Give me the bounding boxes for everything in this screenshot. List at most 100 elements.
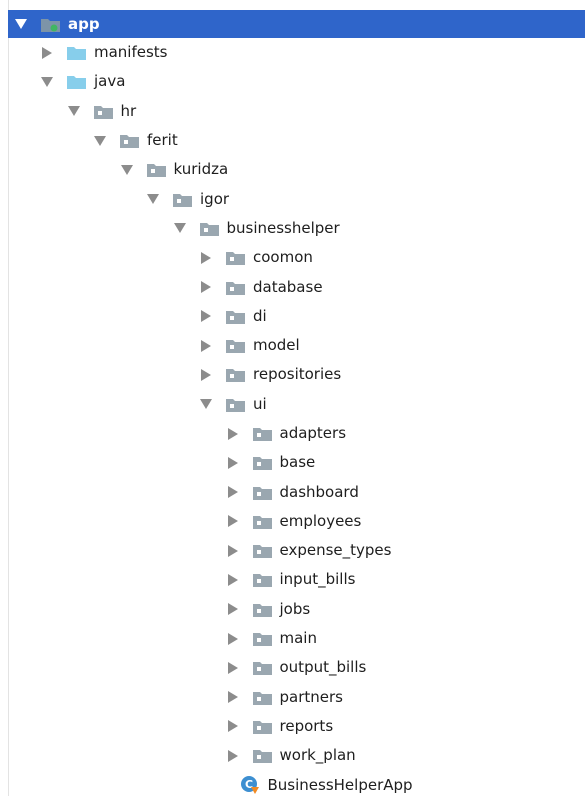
tree-row-businesshelper[interactable]: businesshelper (8, 214, 585, 243)
chevron-right-icon[interactable] (226, 456, 240, 470)
package-icon (252, 485, 273, 500)
tree-item-label: manifests (94, 43, 168, 62)
chevron-down-icon[interactable] (173, 221, 187, 235)
package-icon (225, 309, 246, 324)
tree-item-label: employees (279, 511, 362, 530)
chevron-right-icon[interactable] (40, 46, 54, 60)
package-icon (252, 572, 273, 588)
tree-row-app[interactable]: app (8, 10, 585, 38)
tree-item-label: BusinessHelperApp (267, 775, 413, 794)
package-icon (252, 690, 273, 705)
package-icon (252, 514, 273, 529)
package-icon (225, 338, 246, 354)
package-icon (252, 748, 273, 764)
tree-row-expense-types[interactable]: expense_types (8, 536, 585, 565)
chevron-down-icon[interactable] (120, 163, 134, 177)
project-tree: app manifests java hr ferit kuridza igor busin… (8, 10, 585, 796)
kotlin-class-icon: C (240, 775, 260, 795)
package-icon (252, 426, 273, 441)
chevron-down-icon[interactable] (93, 134, 107, 148)
tree-row-di[interactable]: di (8, 302, 585, 331)
tree-item-label: work_plan (279, 746, 356, 765)
tree-row-output-bills[interactable]: output_bills (8, 653, 585, 682)
tree-row-base[interactable]: base (8, 448, 585, 477)
tree-row-employees[interactable]: employees (8, 507, 585, 536)
chevron-down-icon[interactable] (67, 104, 81, 118)
tree-row-repositories[interactable]: repositories (8, 360, 585, 389)
tree-row-ui[interactable]: ui (8, 390, 585, 419)
tree-item-label: dashboard (279, 482, 359, 501)
package-icon (252, 602, 273, 617)
chevron-right-icon[interactable] (199, 368, 213, 382)
tree-item-label: hr (120, 101, 137, 120)
tree-item-label: businesshelper (226, 218, 340, 237)
chevron-right-icon[interactable] (226, 749, 240, 763)
package-icon (252, 455, 273, 471)
package-icon (172, 192, 193, 207)
tree-item-label: repositories (253, 365, 342, 384)
chevron-right-icon[interactable] (226, 632, 240, 646)
chevron-down-icon[interactable] (146, 192, 160, 206)
tree-item-label: igor (200, 189, 230, 208)
package-icon (119, 133, 140, 149)
tree-item-label: reports (279, 716, 334, 735)
tree-item-label: database (253, 277, 323, 296)
chevron-right-icon[interactable] (226, 573, 240, 587)
tree-item-label: input_bills (279, 570, 356, 589)
tree-item-label: main (279, 629, 317, 648)
tree-row-igor[interactable]: igor (8, 184, 585, 213)
package-icon (225, 250, 246, 266)
tree-row-jobs[interactable]: jobs (8, 595, 585, 624)
chevron-right-icon[interactable] (199, 280, 213, 294)
tree-row-java[interactable]: java (8, 67, 585, 96)
tree-item-label: adapters (279, 424, 347, 442)
chevron-right-icon[interactable] (226, 602, 240, 616)
package-icon (199, 221, 220, 236)
package-icon (93, 104, 114, 119)
tree-item-label: di (253, 306, 267, 325)
chevron-down-icon[interactable] (14, 17, 28, 31)
tree-row-adapters[interactable]: adapters (8, 419, 585, 448)
chevron-right-icon[interactable] (226, 690, 240, 704)
chevron-right-icon[interactable] (226, 514, 240, 528)
source-folder-icon (66, 74, 87, 90)
tree-row-model[interactable]: model (8, 331, 585, 360)
tree-row-manifests[interactable]: manifests (8, 38, 585, 67)
chevron-right-icon[interactable] (199, 309, 213, 323)
package-icon (252, 543, 273, 559)
tree-row-dashboard[interactable]: dashboard (8, 477, 585, 506)
svg-text:C: C (244, 778, 252, 791)
tree-row-coomon[interactable]: coomon (8, 243, 585, 272)
tree-item-label: expense_types (279, 541, 392, 560)
tree-item-label: partners (279, 687, 343, 706)
tree-row-reports[interactable]: reports (8, 712, 585, 741)
tree-item-label: ferit (147, 131, 178, 150)
chevron-right-icon[interactable] (199, 339, 213, 353)
chevron-right-icon[interactable] (226, 485, 240, 499)
tree-row-work-plan[interactable]: work_plan (8, 741, 585, 770)
tree-row-main[interactable]: main (8, 624, 585, 653)
tree-row-businesshelperapp[interactable]: C BusinessHelperApp (8, 770, 585, 796)
tree-row-hr[interactable]: hr (8, 97, 585, 126)
tree-row-input-bills[interactable]: input_bills (8, 565, 585, 594)
tree-item-label: base (279, 453, 316, 472)
tree-row-partners[interactable]: partners (8, 683, 585, 712)
chevron-down-icon[interactable] (199, 397, 213, 411)
tree-row-kuridza[interactable]: kuridza (8, 155, 585, 184)
chevron-right-icon[interactable] (226, 544, 240, 558)
package-icon (225, 280, 246, 295)
chevron-right-icon[interactable] (226, 719, 240, 733)
chevron-down-icon[interactable] (40, 75, 54, 89)
chevron-right-icon[interactable] (199, 251, 213, 265)
package-icon (252, 631, 273, 647)
tree-row-ferit[interactable]: ferit (8, 126, 585, 155)
tree-item-label: model (253, 336, 300, 355)
module-folder-icon (40, 17, 61, 32)
tree-row-database[interactable]: database (8, 272, 585, 301)
package-icon (225, 367, 246, 383)
tree-item-label: coomon (253, 248, 313, 267)
chevron-right-icon[interactable] (226, 661, 240, 675)
chevron-right-icon[interactable] (226, 427, 240, 441)
tree-item-label: java (94, 72, 126, 91)
